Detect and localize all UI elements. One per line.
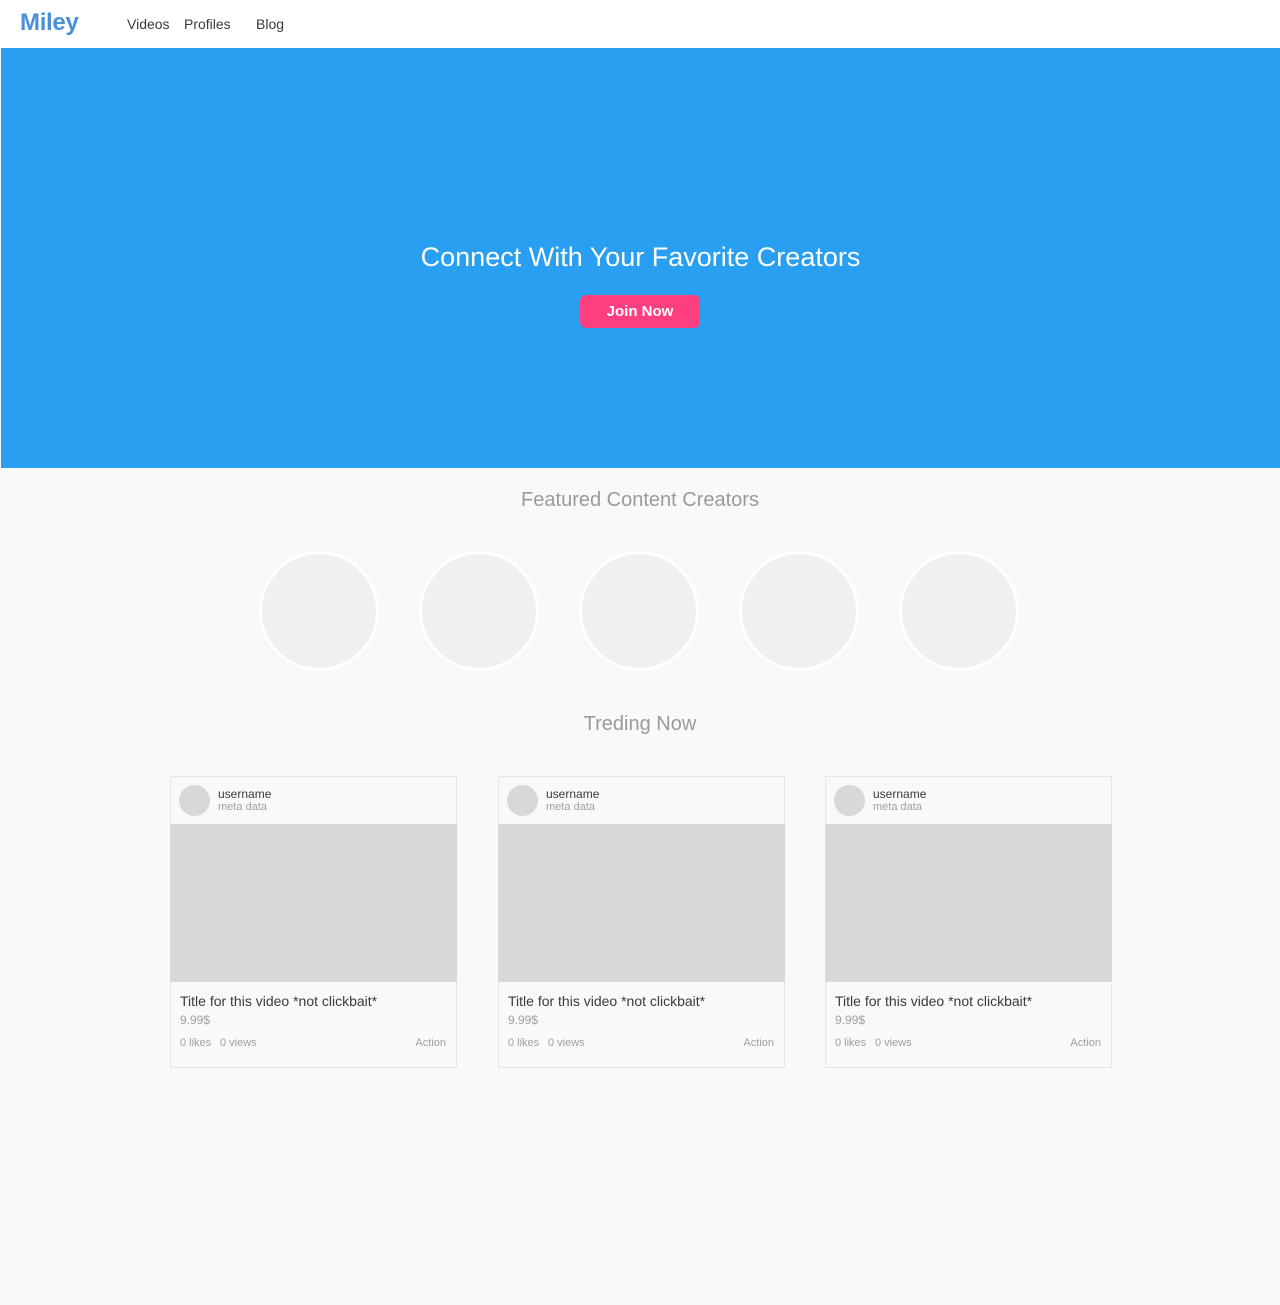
video-price: 9.99$ xyxy=(508,1013,539,1027)
user-avatar[interactable] xyxy=(179,785,210,816)
creator-avatar[interactable] xyxy=(739,551,859,671)
video-card[interactable]: username meta data Title for this video … xyxy=(498,776,785,1068)
card-username[interactable]: username xyxy=(873,787,926,801)
video-title[interactable]: Title for this video *not clickbait* xyxy=(508,993,705,1009)
card-username[interactable]: username xyxy=(218,787,271,801)
nav-link-profiles[interactable]: Profiles xyxy=(184,16,231,32)
logo[interactable]: Miley xyxy=(20,9,79,37)
card-action-link[interactable]: Action xyxy=(415,1037,446,1049)
user-avatar[interactable] xyxy=(834,785,865,816)
creator-avatar[interactable] xyxy=(579,551,699,671)
creator-avatar[interactable] xyxy=(899,551,1019,671)
creator-avatar[interactable] xyxy=(419,551,539,671)
views-count: 0 views xyxy=(548,1037,585,1049)
card-meta: meta data xyxy=(873,801,922,813)
likes-count: 0 likes xyxy=(835,1037,867,1049)
video-card[interactable]: username meta data Title for this video … xyxy=(170,776,457,1068)
views-count: 0 views xyxy=(875,1037,912,1049)
views-count: 0 views xyxy=(220,1037,257,1049)
card-action-link[interactable]: Action xyxy=(743,1037,774,1049)
featured-section-title: Featured Content Creators xyxy=(521,489,759,511)
video-price: 9.99$ xyxy=(835,1013,866,1027)
hero-banner: Connect With Your Favorite Creators Join… xyxy=(1,48,1280,468)
video-thumbnail[interactable] xyxy=(825,824,1112,982)
nav-link-videos[interactable]: Videos xyxy=(127,16,170,32)
hero-title: Connect With Your Favorite Creators xyxy=(420,242,861,272)
card-meta: meta data xyxy=(546,801,595,813)
card-username[interactable]: username xyxy=(546,787,599,801)
card-meta: meta data xyxy=(218,801,267,813)
video-price: 9.99$ xyxy=(180,1013,211,1027)
top-navbar: Miley Videos Profiles Blog xyxy=(0,0,1280,48)
likes-count: 0 likes xyxy=(180,1037,212,1049)
user-avatar[interactable] xyxy=(507,785,538,816)
video-thumbnail[interactable] xyxy=(498,824,785,982)
join-now-button[interactable]: Join Now xyxy=(580,295,700,328)
video-title[interactable]: Title for this video *not clickbait* xyxy=(835,993,1032,1009)
video-title[interactable]: Title for this video *not clickbait* xyxy=(180,993,377,1009)
video-thumbnail[interactable] xyxy=(170,824,457,982)
video-card[interactable]: username meta data Title for this video … xyxy=(825,776,1112,1068)
trending-section-title: Treding Now xyxy=(583,713,697,735)
nav-link-blog[interactable]: Blog xyxy=(256,16,284,32)
card-action-link[interactable]: Action xyxy=(1070,1037,1101,1049)
likes-count: 0 likes xyxy=(508,1037,540,1049)
creator-avatar[interactable] xyxy=(259,551,379,671)
